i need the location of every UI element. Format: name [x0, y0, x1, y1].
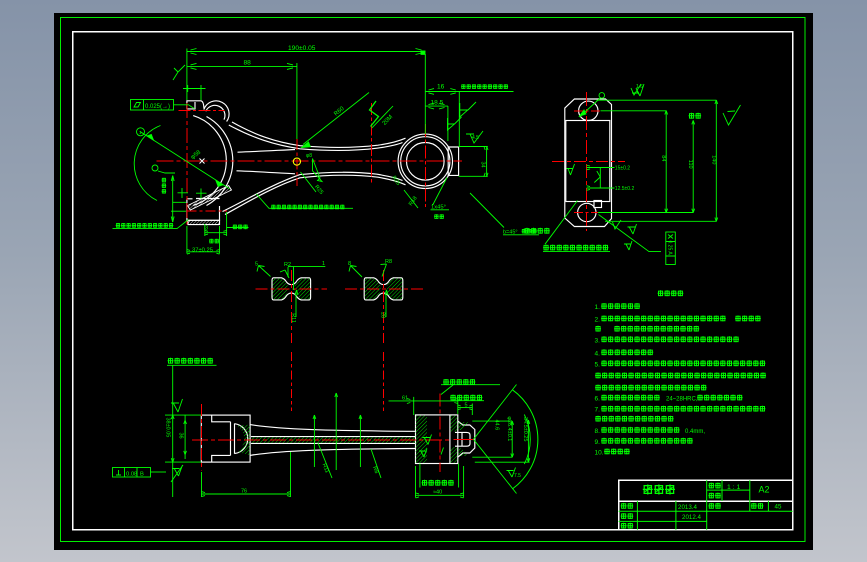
svg-text:3.: 3.	[595, 337, 601, 344]
svg-text:0.08: 0.08	[126, 471, 137, 477]
svg-text:110: 110	[687, 160, 693, 169]
svg-text:0.25 A: 0.25 A	[667, 241, 673, 256]
svg-text:44.6: 44.6	[494, 420, 500, 431]
svg-text:18.5: 18.5	[431, 100, 444, 107]
svg-text:5.: 5.	[595, 361, 601, 368]
svg-text:4.: 4.	[595, 350, 601, 357]
svg-text:1.: 1.	[595, 304, 601, 311]
svg-text:4.5: 4.5	[472, 135, 479, 141]
svg-text:2.: 2.	[595, 317, 601, 324]
svg-text:R2: R2	[284, 262, 291, 268]
svg-text:φ26.4±0.1: φ26.4±0.1	[506, 416, 512, 441]
svg-text:≈40: ≈40	[433, 489, 442, 495]
svg-text:34.5±0.25: 34.5±0.25	[522, 417, 528, 441]
svg-text:B: B	[140, 471, 144, 477]
svg-text:76: 76	[241, 489, 247, 495]
svg-text:45: 45	[775, 504, 782, 511]
svg-text:R8: R8	[385, 259, 392, 265]
svg-text:1.6: 1.6	[636, 84, 643, 90]
svg-text:A2: A2	[759, 485, 770, 495]
svg-text:8: 8	[348, 261, 351, 267]
svg-text:φ8: φ8	[306, 153, 312, 159]
svg-text:12.5±0.2: 12.5±0.2	[615, 186, 635, 192]
svg-text:1 : 1: 1 : 1	[727, 484, 740, 491]
svg-text:0.025(→): 0.025(→)	[145, 104, 170, 110]
svg-text:9.: 9.	[595, 439, 601, 446]
svg-text:190±0.05: 190±0.05	[288, 45, 316, 52]
svg-text:28: 28	[380, 312, 386, 318]
svg-text:7.: 7.	[595, 407, 601, 414]
svg-text:37±0.25: 37±0.25	[192, 248, 213, 254]
svg-text:84: 84	[660, 155, 666, 161]
svg-text:1: 1	[322, 261, 325, 267]
svg-text:7.5: 7.5	[514, 473, 521, 479]
svg-text:1x45°: 1x45°	[431, 205, 446, 211]
svg-text:2012.4: 2012.4	[682, 514, 701, 521]
svg-text:15±0.2: 15±0.2	[615, 166, 630, 172]
svg-text:24~28HRC,: 24~28HRC,	[666, 397, 698, 403]
svg-text:b=45°: b=45°	[503, 229, 518, 235]
svg-text:36: 36	[178, 433, 184, 439]
svg-text:5: 5	[465, 402, 468, 408]
svg-text:34: 34	[480, 162, 486, 168]
svg-text:5: 5	[255, 262, 258, 268]
svg-text:6.: 6.	[595, 396, 601, 403]
svg-text:88: 88	[244, 60, 252, 67]
svg-text:16: 16	[437, 84, 445, 91]
svg-text:140: 140	[710, 155, 716, 164]
svg-text:0.4mm,: 0.4mm,	[685, 429, 705, 435]
svg-text:38±0.05: 38±0.05	[165, 418, 171, 438]
svg-text:61: 61	[402, 395, 408, 401]
svg-text:2013.4: 2013.4	[678, 504, 697, 511]
svg-text:10.: 10.	[595, 450, 604, 457]
svg-text:3: 3	[205, 226, 208, 232]
svg-text:R11: R11	[290, 313, 296, 323]
svg-text:8.: 8.	[595, 428, 601, 435]
